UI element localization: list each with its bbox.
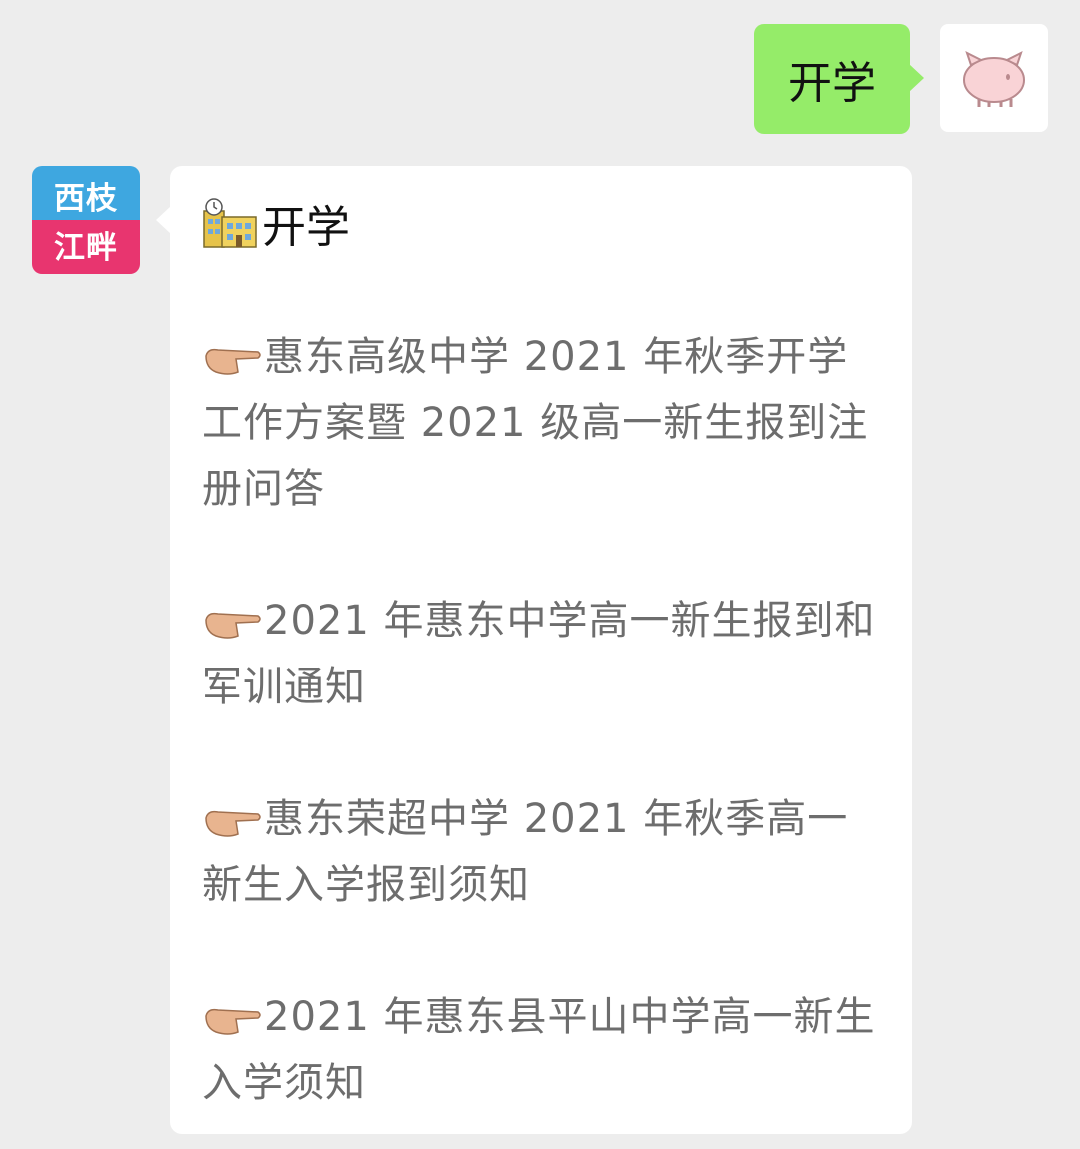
pointing-hand-icon (205, 612, 261, 639)
article-link-text: 2021 年惠东中学高一新生报到和军训通知 (202, 598, 876, 710)
article-link-3[interactable]: 惠东荣超中学 2021 年秋季高一新生入学报到须知 (202, 786, 878, 918)
incoming-message-bubble: 开学 惠东高级中学 2021 年秋季开学工作方案暨 2021 级高一新生报到注册… (156, 166, 912, 1134)
outgoing-message-row: 开学 (754, 24, 1048, 134)
article-link-1[interactable]: 惠东高级中学 2021 年秋季开学工作方案暨 2021 级高一新生报到注册问答 (202, 324, 878, 522)
official-account-avatar[interactable]: 西枝 江畔 (32, 166, 140, 274)
pointing-hand-icon (205, 810, 261, 837)
school-building-icon (203, 198, 257, 248)
user-avatar[interactable] (940, 24, 1048, 132)
pointing-hand-icon (205, 1008, 261, 1035)
outgoing-message-text: 开学 (788, 58, 876, 109)
outgoing-message-bubble[interactable]: 开学 (754, 24, 924, 134)
article-link-2[interactable]: 2021 年惠东中学高一新生报到和军训通知 (202, 588, 878, 720)
reply-title: 开学 (262, 202, 350, 253)
article-link-text: 惠东高级中学 2021 年秋季开学工作方案暨 2021 级高一新生报到注册问答 (202, 334, 869, 512)
article-link-4[interactable]: 2021 年惠东县平山中学高一新生入学须知 (202, 984, 878, 1116)
article-link-text: 2021 年惠东县平山中学高一新生入学须知 (202, 994, 876, 1106)
incoming-message-row: 西枝 江畔 开学 惠东高级中学 2021 年秋季开学工作方案暨 2021 级高一… (32, 166, 912, 1134)
pig-icon (963, 51, 1025, 107)
avatar-text-line2: 江畔 (32, 220, 140, 274)
avatar-text-line1: 西枝 (32, 166, 140, 220)
article-link-text: 惠东荣超中学 2021 年秋季高一新生入学报到须知 (202, 796, 849, 908)
pointing-hand-icon (205, 348, 261, 375)
reply-title-row: 开学 (202, 188, 878, 258)
